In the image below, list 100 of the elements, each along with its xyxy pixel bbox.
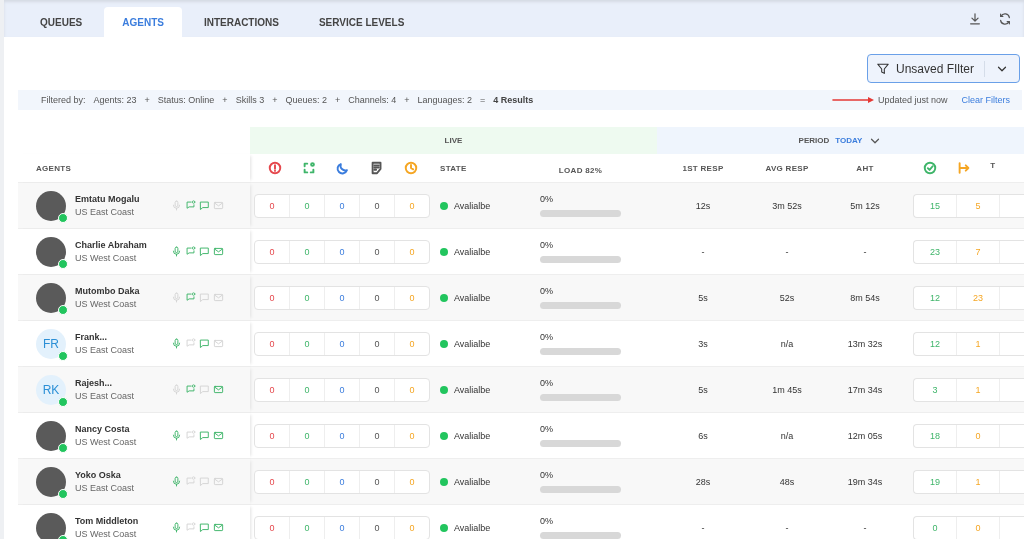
tab[interactable]: AGENTS	[104, 7, 182, 37]
count-cell: 1	[956, 378, 999, 401]
count-cell: 0	[359, 194, 394, 217]
count-cell-text: 0	[268, 383, 276, 397]
result-count: 4 Results	[493, 95, 534, 105]
filter-operator: =	[480, 95, 486, 105]
table-cell: 5s	[698, 384, 708, 395]
column-header: AGENTS	[35, 163, 72, 173]
agent-name: Frank...	[75, 332, 108, 342]
count-cell: 0	[289, 286, 324, 309]
agent-name: Tom Middleton	[75, 516, 140, 526]
count-cell: 0	[289, 332, 324, 355]
column-header: STATE	[440, 163, 467, 173]
tab[interactable]: INTERACTIONS	[185, 7, 297, 37]
table-cell: 12s	[695, 200, 711, 211]
download-icon[interactable]	[968, 11, 982, 26]
count-cell-text: 23	[929, 245, 941, 259]
count-cell: 0	[289, 194, 324, 217]
refresh-icon[interactable]	[998, 11, 1012, 26]
load-reading: 0%	[540, 424, 554, 434]
count-cell: 0	[394, 286, 429, 309]
count-cell: 0	[289, 516, 324, 539]
filter-operator: +	[404, 95, 410, 105]
status-label: Avalialbe	[454, 200, 491, 211]
agent-name: Rajesh...	[75, 378, 113, 388]
table-cell: n/a	[780, 430, 794, 441]
filter-text: Languages: 2	[417, 95, 473, 105]
agent-region: US East Coast	[75, 345, 136, 355]
count-cell-text: 0	[268, 429, 276, 443]
avatar: RK	[36, 374, 66, 405]
agent-region: US East Coast	[75, 207, 136, 217]
filter-operator: +	[272, 95, 278, 105]
count-cell: 0	[359, 378, 394, 401]
count-cell: 0	[359, 424, 394, 447]
count-cell: 7	[956, 240, 999, 263]
count-cell-text: 15	[929, 199, 941, 213]
filter-text: Skills 3	[235, 95, 265, 105]
agent-name: Charlie Abraham	[75, 240, 148, 250]
filter-label: Filtered by:	[41, 95, 86, 105]
status-label: Avalialbe	[454, 384, 491, 395]
clear-filters-link[interactable]: Clear Filters	[961, 95, 1010, 105]
agent-region: US West Coast	[75, 253, 138, 263]
count-cell: 0	[359, 332, 394, 355]
column-header: AVG RESP	[765, 164, 809, 173]
column-header: 1ST RESP	[682, 164, 724, 173]
count-cell-text: 0	[268, 199, 276, 213]
count-cell-text: 0	[268, 521, 276, 535]
status-label: Avalialbe	[454, 476, 491, 487]
load-reading: 0%	[540, 332, 554, 342]
live-header: LIVE	[250, 127, 657, 154]
table-cell: -	[863, 522, 867, 533]
table-cell: 6s	[698, 430, 708, 441]
column-header: LOAD 82%	[558, 166, 603, 175]
count-cell: 0	[324, 470, 359, 493]
count-cell: 0	[324, 378, 359, 401]
count-cell: 0	[394, 194, 429, 217]
period-label: PERIOD	[798, 136, 830, 145]
count-cell-text: 0	[268, 245, 276, 259]
count-cell-text: 19	[929, 475, 941, 489]
count-cell: 0	[289, 378, 324, 401]
count-cell: 0	[394, 240, 429, 263]
count-cell: 0	[289, 424, 324, 447]
count-cell: 0	[289, 470, 324, 493]
table-cell: 19m 34s	[847, 476, 883, 487]
count-cell: 0	[956, 516, 999, 539]
avatar: FR	[36, 328, 66, 359]
load-reading: 0%	[540, 516, 554, 526]
filter-operator: +	[334, 95, 341, 105]
funnel-icon	[875, 61, 890, 76]
count-cell: 1	[956, 470, 999, 493]
load-reading: 0%	[540, 470, 554, 480]
count-cell-text: 0	[268, 291, 276, 305]
filter-operator: +	[222, 95, 228, 105]
count-cell: 0	[289, 240, 324, 263]
count-cell: 0	[394, 424, 429, 447]
period-dropdown[interactable]: TODAY	[835, 136, 863, 145]
table-cell: 12m 05s	[847, 430, 883, 441]
agent-name: Emtatu Mogalu	[75, 194, 141, 204]
table-cell: -	[785, 522, 789, 533]
filter-button[interactable]: Unsaved FIlter	[866, 54, 1020, 83]
agent-region: US East Coast	[75, 483, 136, 493]
agent-region: US West Coast	[75, 437, 138, 447]
table-cell: 8m 54s	[850, 292, 880, 303]
count-cell-text: 0	[268, 337, 276, 351]
tab[interactable]: SERVICE LEVELS	[300, 7, 423, 37]
count-cell: 0	[324, 240, 359, 263]
count-cell: 0	[324, 286, 359, 309]
count-cell: 1	[956, 332, 999, 355]
count-cell-text: 3	[931, 383, 939, 397]
load-reading: 0%	[540, 378, 554, 388]
table-cell: 5s	[698, 292, 708, 303]
count-cell: 0	[324, 194, 359, 217]
status-label: Avalialbe	[454, 430, 491, 441]
count-cell-text: 18	[929, 429, 941, 443]
tab[interactable]: QUEUES	[22, 7, 101, 37]
agent-region: US East Coast	[75, 391, 136, 401]
table-cell: 52s	[779, 292, 795, 303]
table-cell: 3m 52s	[772, 200, 802, 211]
update-status: Updated just now	[877, 95, 948, 105]
table-cell: 28s	[695, 476, 711, 487]
